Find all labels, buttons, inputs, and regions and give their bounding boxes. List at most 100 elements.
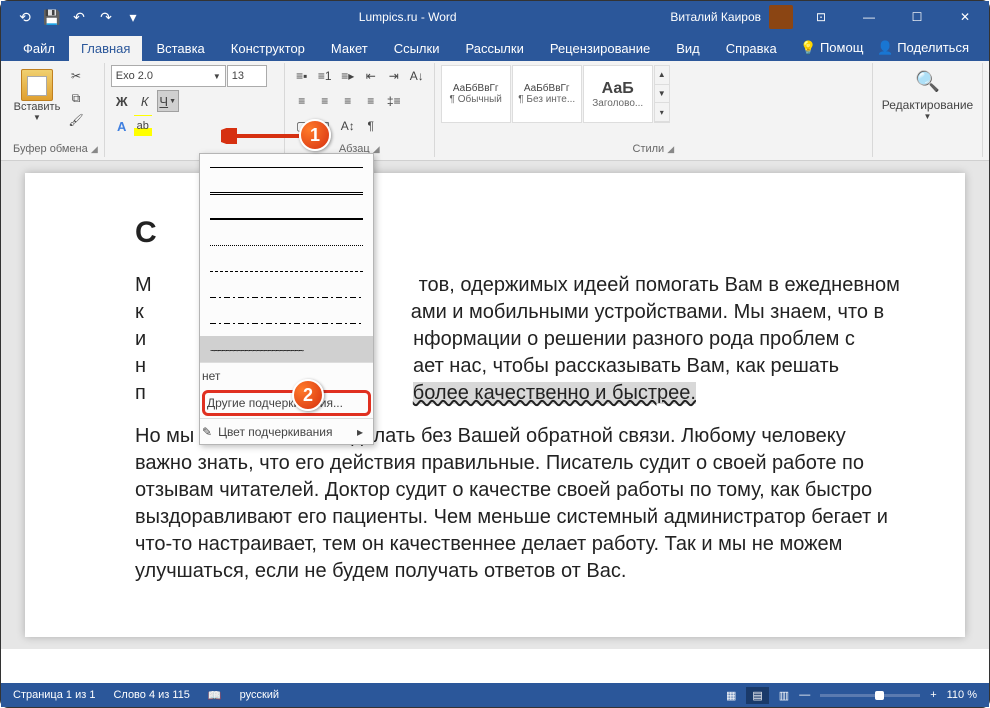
titlebar: ⟲ 💾 ↶ ↷ ▾ Lumpics.ru - Word Виталий Каир…	[1, 1, 989, 33]
tab-insert[interactable]: Вставка	[144, 36, 216, 61]
increase-indent-button[interactable]: ⇥	[383, 65, 405, 87]
zoom-level[interactable]: 110 %	[947, 689, 977, 701]
save-icon[interactable]: 💾	[40, 5, 64, 29]
group-label: Стили	[633, 143, 665, 155]
font-name-combo[interactable]: Exo 2.0▼	[111, 65, 226, 87]
minimize-button[interactable]: —	[849, 1, 889, 33]
web-layout-icon[interactable]: ▥	[779, 689, 789, 702]
sort-button[interactable]: A↓	[406, 65, 428, 87]
tab-mailings[interactable]: Рассылки	[453, 36, 535, 61]
editing-label[interactable]: Редактирование	[882, 98, 973, 112]
tab-design[interactable]: Конструктор	[219, 36, 317, 61]
annotation-badge-2: 2	[292, 379, 324, 411]
group-clipboard: Вставить ▼ ✂ ⧉ 🖌 Буфер обмена ◢	[7, 63, 105, 157]
style-nospacing[interactable]: АаБбВвГг¶ Без инте...	[512, 65, 582, 123]
paste-button[interactable]: Вставить ▼	[13, 65, 61, 133]
underline-button[interactable]: Ч▼	[157, 90, 179, 112]
align-left-button[interactable]: ≡	[291, 90, 313, 112]
show-marks-button[interactable]: ¶	[360, 115, 382, 137]
zoom-out-button[interactable]: —	[799, 689, 810, 701]
style-heading1[interactable]: АаБЗаголово...	[583, 65, 653, 123]
pen-icon: ✎	[202, 425, 212, 439]
close-button[interactable]: ✕	[945, 1, 985, 33]
paragraph: Но мы не сможем это сделать без Вашей об…	[135, 423, 905, 585]
print-layout-icon[interactable]: ▤	[746, 687, 768, 704]
ribbon: Вставить ▼ ✂ ⧉ 🖌 Буфер обмена ◢ Exo 2.0▼…	[1, 61, 989, 161]
redo-icon[interactable]: ↷	[94, 5, 118, 29]
underline-dotdotdash[interactable]	[200, 310, 373, 336]
dialog-launcher-icon[interactable]: ◢	[667, 144, 674, 154]
group-styles: АаБбВвГг¶ Обычный АаБбВвГг¶ Без инте... …	[435, 63, 873, 157]
page-indicator[interactable]: Страница 1 из 1	[13, 689, 95, 701]
tab-file[interactable]: Файл	[11, 36, 67, 61]
read-mode-icon[interactable]: ▦	[726, 689, 736, 702]
align-center-button[interactable]: ≡	[314, 90, 336, 112]
word-count[interactable]: Слово 4 из 115	[113, 689, 189, 701]
paste-icon	[21, 69, 53, 101]
chevron-down-icon: ▼	[924, 112, 932, 121]
bold-button[interactable]: Ж	[111, 90, 133, 112]
line-spacing-button[interactable]: ‡≡	[383, 90, 405, 112]
chevron-down-icon: ▼	[33, 113, 41, 122]
group-label: Буфер обмена	[13, 143, 88, 155]
text-effects-button[interactable]: A	[111, 115, 133, 137]
statusbar: Страница 1 из 1 Слово 4 из 115 📖 русский…	[1, 683, 989, 707]
underline-single[interactable]	[200, 154, 373, 180]
document-area: С М________________________тов, одержимы…	[1, 161, 989, 649]
italic-button[interactable]: К	[134, 90, 156, 112]
underline-wavy[interactable]	[200, 336, 373, 362]
paste-label: Вставить	[14, 101, 61, 113]
font-size-combo[interactable]: 13	[227, 65, 267, 87]
numbering-button[interactable]: ≡1	[314, 65, 336, 87]
underline-color[interactable]: ✎Цвет подчеркивания▸	[200, 418, 373, 444]
find-icon[interactable]: 🔍	[915, 69, 940, 94]
zoom-in-button[interactable]: +	[930, 689, 936, 701]
avatar[interactable]	[769, 5, 793, 29]
underline-dotdash[interactable]	[200, 284, 373, 310]
annotation-badge-1: 1	[299, 119, 331, 151]
decrease-indent-button[interactable]: ⇤	[360, 65, 382, 87]
underline-double[interactable]	[200, 180, 373, 206]
copy-icon[interactable]: ⧉	[65, 91, 87, 111]
page[interactable]: С М________________________тов, одержимы…	[25, 173, 965, 637]
ribbon-tabs: Файл Главная Вставка Конструктор Макет С…	[1, 33, 989, 61]
tell-me[interactable]: 💡 Помощ	[800, 40, 863, 56]
tab-layout[interactable]: Макет	[319, 36, 380, 61]
window-title: Lumpics.ru - Word	[145, 10, 670, 24]
annotation-arrow	[221, 128, 301, 144]
style-normal[interactable]: АаБбВвГг¶ Обычный	[441, 65, 511, 123]
tab-view[interactable]: Вид	[664, 36, 712, 61]
ribbon-display-icon[interactable]: ⊡	[801, 1, 841, 33]
qat-dropdown-icon[interactable]: ▾	[121, 5, 145, 29]
align-right-button[interactable]: ≡	[337, 90, 359, 112]
more-underlines[interactable]: Другие подчеркивания...	[202, 390, 371, 416]
tab-home[interactable]: Главная	[69, 36, 142, 61]
tab-help[interactable]: Справка	[714, 36, 789, 61]
undo-icon[interactable]: ↶	[67, 5, 91, 29]
dialog-launcher-icon[interactable]: ◢	[91, 144, 98, 154]
underline-none[interactable]: нет	[200, 362, 373, 388]
highlight-button[interactable]: ab	[134, 115, 152, 137]
maximize-button[interactable]: ☐	[897, 1, 937, 33]
underline-thick[interactable]	[200, 206, 373, 232]
format-painter-icon[interactable]: 🖌	[65, 113, 87, 133]
styles-scrollbar[interactable]: ▲▼▾	[654, 65, 670, 123]
underline-dashed[interactable]	[200, 258, 373, 284]
justify-button[interactable]: ≡	[360, 90, 382, 112]
spellcheck-icon[interactable]: 📖	[208, 689, 222, 702]
tab-references[interactable]: Ссылки	[382, 36, 452, 61]
cut-icon[interactable]: ✂	[65, 69, 87, 89]
zoom-slider[interactable]	[820, 694, 920, 697]
autosave-icon[interactable]: ⟲	[13, 5, 37, 29]
group-editing: 🔍 Редактирование ▼ .	[873, 63, 983, 157]
share-button[interactable]: 👤 Поделиться	[877, 40, 969, 56]
tab-review[interactable]: Рецензирование	[538, 36, 662, 61]
sort-az-button[interactable]: A↕	[337, 115, 359, 137]
language-indicator[interactable]: русский	[240, 689, 279, 701]
underline-dotted[interactable]	[200, 232, 373, 258]
bullets-button[interactable]: ≡▪	[291, 65, 313, 87]
underline-dropdown: нет Другие подчеркивания... ✎Цвет подчер…	[199, 153, 374, 445]
quick-access-toolbar: ⟲ 💾 ↶ ↷ ▾	[5, 5, 145, 29]
multilevel-button[interactable]: ≡▸	[337, 65, 359, 87]
underlined-text: более качественно и быстрее.	[413, 382, 696, 404]
